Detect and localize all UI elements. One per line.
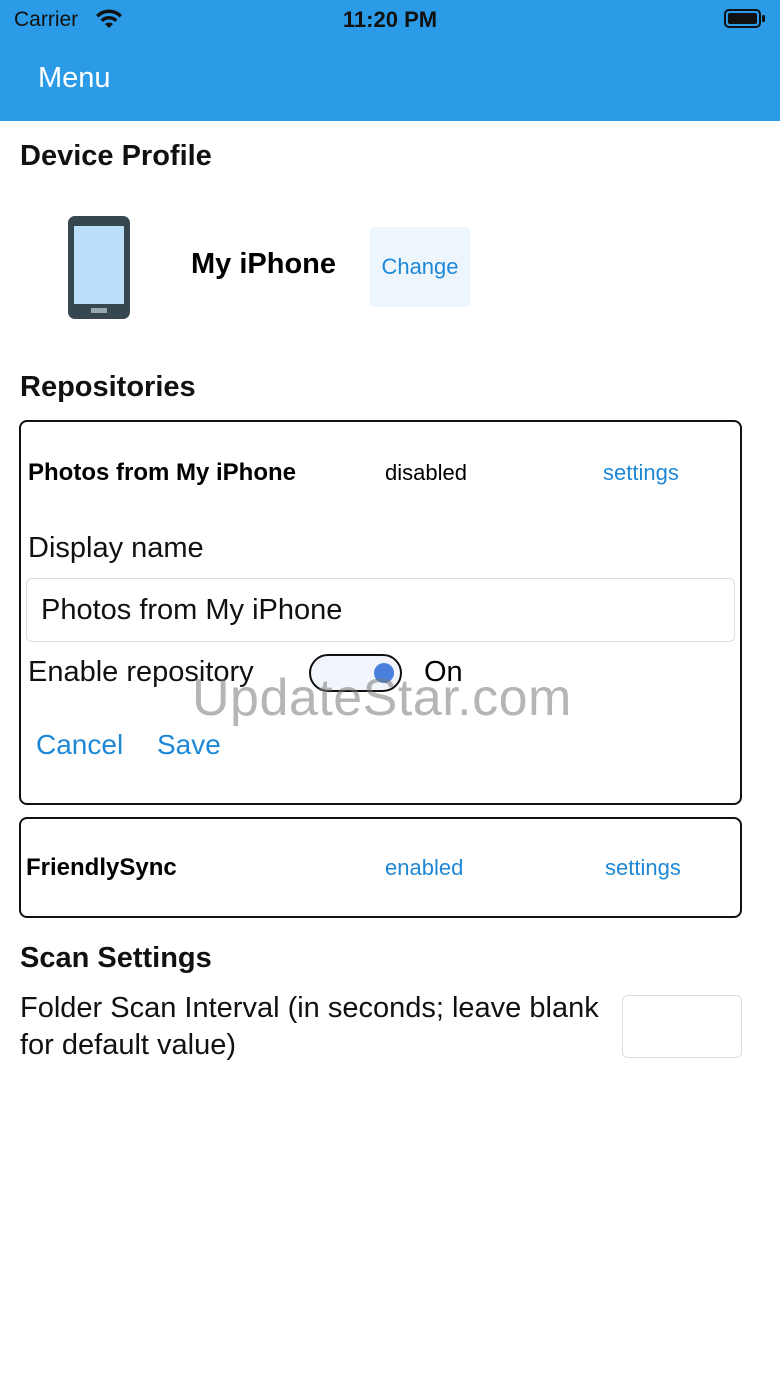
repositories-title: Repositories (20, 371, 196, 403)
cancel-button[interactable]: Cancel (36, 729, 123, 761)
smartphone-icon (68, 216, 130, 324)
enable-repository-label: Enable repository (28, 656, 254, 688)
repository-status: disabled (385, 460, 467, 485)
battery-icon (724, 8, 765, 28)
device-profile-title: Device Profile (20, 140, 212, 172)
scan-interval-input[interactable] (622, 995, 742, 1058)
toggle-knob (374, 663, 394, 683)
menu-title[interactable]: Menu (38, 62, 111, 95)
scan-settings-title: Scan Settings (20, 942, 212, 974)
status-time: 11:20 PM (342, 7, 438, 32)
repository-settings-link[interactable]: settings (605, 855, 681, 881)
repository-settings-link[interactable]: settings (603, 460, 679, 486)
change-device-button[interactable]: Change (370, 227, 470, 307)
scan-interval-label: Folder Scan Interval (in seconds; leave … (20, 992, 599, 1061)
toggle-state-label: On (424, 656, 463, 688)
enable-repository-toggle[interactable] (309, 654, 402, 692)
display-name-label: Display name (28, 532, 204, 564)
display-name-input[interactable]: Photos from My iPhone (26, 578, 735, 642)
save-button[interactable]: Save (157, 729, 221, 761)
repository-status-link[interactable]: enabled (385, 855, 463, 881)
repository-name: Photos from My iPhone (28, 459, 297, 486)
repository-name: FriendlySync (26, 854, 177, 881)
device-name: My iPhone (191, 248, 337, 280)
